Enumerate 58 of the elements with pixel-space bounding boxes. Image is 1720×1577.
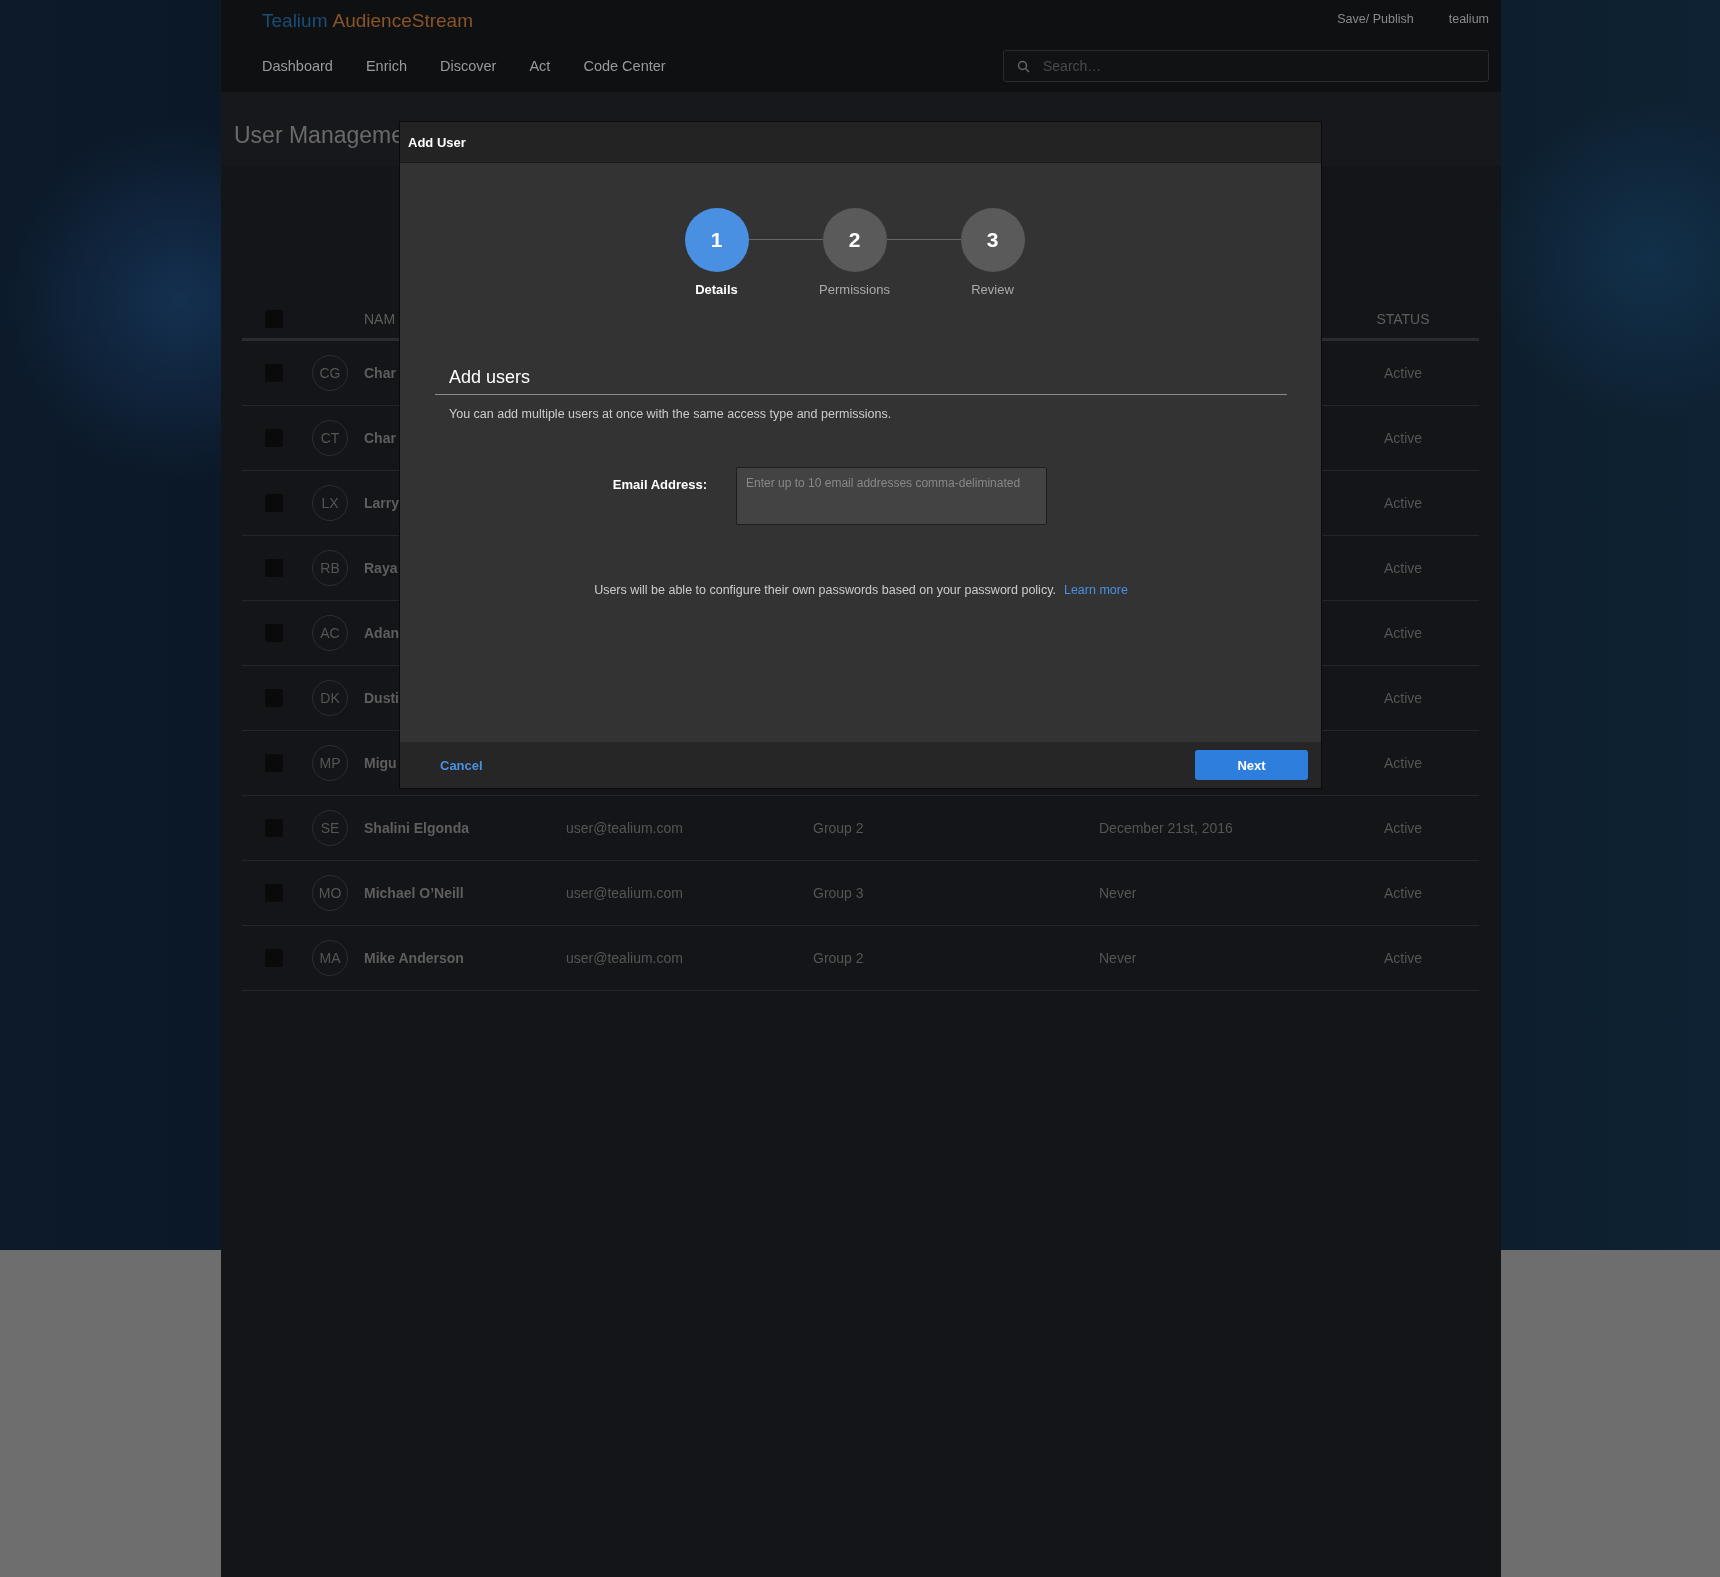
user-name: Char bbox=[364, 365, 396, 381]
email-field[interactable]: Enter up to 10 email addresses comma-deliminated bbox=[736, 467, 1047, 525]
user-name: Char bbox=[364, 430, 396, 446]
header-link[interactable]: Save/ Publish bbox=[1337, 12, 1414, 26]
status-text: Active bbox=[1383, 365, 1423, 381]
dialog-title: Add User bbox=[408, 134, 466, 150]
status-text: Active bbox=[1383, 495, 1423, 511]
nav-item[interactable]: Enrich bbox=[365, 58, 408, 74]
table-cell: Never bbox=[1099, 885, 1137, 901]
status-text: Active bbox=[1383, 690, 1423, 706]
status-text: Active bbox=[1383, 820, 1423, 836]
status-text: Active bbox=[1383, 885, 1423, 901]
step-label: Details bbox=[695, 282, 738, 297]
user-name: Raya bbox=[364, 560, 398, 576]
header-link[interactable]: tealium bbox=[1448, 12, 1489, 26]
description-text: You can add multiple users at once with the same access type and permissions. bbox=[449, 407, 893, 421]
nav-item[interactable]: Discover bbox=[440, 58, 497, 74]
column-header: NAM bbox=[364, 311, 397, 327]
table-cell: user@tealium.com bbox=[566, 820, 683, 836]
status-text: Active bbox=[1383, 625, 1423, 641]
note-text: Users will be able to configure their own passwords based on your password policy. bbox=[594, 583, 1056, 597]
search-field[interactable]: Search… bbox=[1003, 50, 1489, 82]
nav-item[interactable]: Dashboard bbox=[262, 58, 333, 74]
table-cell: Never bbox=[1099, 950, 1137, 966]
column-header: STATUS bbox=[1375, 311, 1431, 327]
user-name: Michael O’Neill bbox=[364, 885, 464, 901]
table-cell: Group 2 bbox=[813, 820, 864, 836]
brand-name: Tealium bbox=[262, 10, 328, 32]
user-name: Adan bbox=[364, 625, 399, 641]
page-title: User Manageme bbox=[234, 122, 405, 148]
nav-item[interactable]: Act bbox=[529, 58, 551, 74]
status-text: Active bbox=[1383, 560, 1423, 576]
user-name: Shalini Elgonda bbox=[364, 820, 469, 836]
status-text: Active bbox=[1383, 950, 1423, 966]
user-name: Mike Anderson bbox=[364, 950, 464, 966]
user-name: Larry bbox=[364, 495, 400, 511]
status-text: Active bbox=[1383, 755, 1423, 771]
learn-more-link[interactable]: Learn more bbox=[1063, 583, 1128, 597]
step-label: Permissions bbox=[819, 282, 890, 297]
product-name: AudienceStream bbox=[332, 10, 473, 32]
step-label: Review bbox=[971, 282, 1014, 297]
user-name: Migu bbox=[364, 755, 397, 771]
step-circle: 1 bbox=[684, 208, 749, 272]
step-circle: 2 bbox=[822, 208, 887, 272]
cancel-button[interactable]: Cancel bbox=[440, 757, 483, 773]
step-circle: 3 bbox=[960, 208, 1025, 272]
table-cell: user@tealium.com bbox=[566, 950, 683, 966]
field-label: Email Address: bbox=[611, 476, 707, 492]
user-name: Dusti bbox=[364, 690, 399, 706]
status-text: Active bbox=[1383, 430, 1423, 446]
table-cell: December 21st, 2016 bbox=[1099, 820, 1233, 836]
table-cell: Group 2 bbox=[813, 950, 864, 966]
table-cell: Group 3 bbox=[813, 885, 864, 901]
section-heading: Add users bbox=[449, 367, 531, 387]
table-cell: user@tealium.com bbox=[566, 885, 683, 901]
nav-item[interactable]: Code Center bbox=[583, 58, 666, 74]
search-icon bbox=[1017, 60, 1030, 73]
next-button[interactable]: Next bbox=[1195, 750, 1308, 780]
